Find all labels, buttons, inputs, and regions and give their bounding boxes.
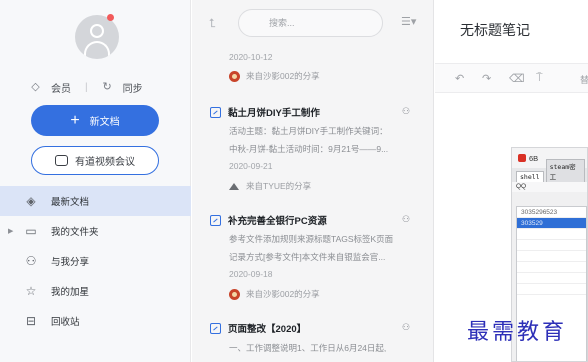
account-row: ◇ 会员 | ↻ 同步 bbox=[30, 80, 143, 95]
document-icon bbox=[210, 214, 221, 226]
editor-pane: 无标题笔记 ↶ ↷ ⌫ ⍑ 替 6B shell steam密工 QQ 3035… bbox=[435, 0, 588, 362]
list-item[interactable]: 2020-10-12 来自沙影002的分享 bbox=[192, 46, 433, 90]
trash-icon: ⊟ bbox=[25, 314, 37, 328]
note-date: 2020-09-18 bbox=[229, 269, 273, 279]
folder-icon: ▭ bbox=[25, 224, 37, 238]
note-snippet-line: 一、工作调整说明1、工作日从6月24日起, bbox=[229, 343, 387, 353]
sidebar-item-label: 我的加星 bbox=[51, 287, 90, 298]
embedded-tab: shell bbox=[516, 171, 544, 182]
embedded-row bbox=[517, 251, 586, 262]
avatar-head-shape bbox=[90, 24, 104, 38]
embedded-row: 303529 bbox=[517, 218, 586, 229]
watermark-text: 最需教育 bbox=[467, 320, 568, 345]
note-source: 来自TYUE的分享 bbox=[229, 180, 311, 192]
sidebar-item-my-folders[interactable]: ▶ ▭ 我的文件夹 bbox=[0, 216, 191, 246]
sidebar-item-label: 回收站 bbox=[51, 317, 80, 328]
sidebar-item-trash[interactable]: ⊟ 回收站 bbox=[0, 306, 191, 336]
shared-users-icon: ⚇ bbox=[402, 322, 411, 332]
list-item[interactable]: 黏土月饼DIY手工制作 ⚇ 活动主题：黏土月饼DIY手工制作关键词： 中秋-月饼… bbox=[192, 105, 433, 200]
star-icon: ☆ bbox=[25, 284, 37, 298]
embedded-window-title-text: 6B bbox=[529, 153, 539, 163]
sharer-avatar bbox=[229, 288, 240, 300]
note-title: 黏土月饼DIY手工制作 bbox=[228, 108, 320, 119]
note-title: 页面整改【2020】 bbox=[228, 324, 307, 335]
sidebar-item-starred[interactable]: ☆ 我的加星 bbox=[0, 276, 191, 306]
sort-icon[interactable]: ⮤ bbox=[209, 16, 216, 31]
embedded-row bbox=[517, 262, 586, 273]
video-meeting-label: 有道视频会议 bbox=[75, 157, 135, 168]
note-list: ⮤ 搜索... ☰▾ 2020-10-12 来自沙影002的分享 黏土月饼DIY… bbox=[192, 0, 434, 362]
caret-right-icon[interactable]: ▶ bbox=[8, 227, 13, 235]
shared-users-icon: ⚇ bbox=[402, 106, 411, 116]
note-source-text: 来自TYUE的分享 bbox=[246, 181, 312, 191]
camera-icon bbox=[55, 155, 68, 166]
diamond-icon: ◇ bbox=[31, 80, 40, 93]
note-snippet-line: 参考文件添加规则来源标题TAGS标签K页面 bbox=[229, 234, 394, 244]
new-document-button[interactable]: + 新文档 bbox=[31, 105, 159, 136]
embedded-tab-strip: shell steam密工 bbox=[512, 159, 587, 182]
note-snippet-line: 记录方式[参考文件]本文件来自银监会官... bbox=[229, 252, 386, 262]
plus-icon: + bbox=[70, 111, 80, 129]
share-users-icon: ⚇ bbox=[25, 254, 37, 268]
note-title-input[interactable]: 无标题笔记 bbox=[460, 20, 530, 40]
note-snippet-line: 活动主题：黏土月饼DIY手工制作关键词： bbox=[229, 126, 388, 136]
sidebar: ◇ 会员 | ↻ 同步 + 新文档 有道视频会议 ◈ 最新文档 ▶ ▭ 我的文件… bbox=[0, 0, 191, 362]
sync-icon: ↻ bbox=[102, 80, 112, 93]
sidebar-item-label: 我的文件夹 bbox=[51, 227, 99, 238]
note-source-text: 来自沙影002的分享 bbox=[246, 289, 320, 299]
list-view-icon[interactable]: ☰▾ bbox=[401, 15, 416, 28]
list-item[interactable]: 页面整改【2020】 ⚇ 一、工作调整说明1、工作日从6月24日起, bbox=[192, 321, 433, 362]
avatar[interactable] bbox=[75, 15, 119, 59]
sidebar-nav: ◈ 最新文档 ▶ ▭ 我的文件夹 ⚇ 与我分享 ☆ 我的加星 ⊟ 回收站 bbox=[0, 186, 191, 336]
redo-icon[interactable]: ↷ bbox=[482, 72, 491, 85]
sharer-avatar bbox=[229, 70, 240, 82]
note-title-row: 页面整改【2020】 bbox=[210, 321, 306, 335]
note-source: 来自沙影002的分享 bbox=[229, 288, 320, 300]
note-date: 2020-10-12 bbox=[229, 52, 273, 62]
embedded-group-label: QQ bbox=[512, 182, 587, 192]
format-painter-icon[interactable]: ⍑ bbox=[536, 72, 543, 85]
note-title-row: 补充完善全银行PC资源 bbox=[210, 213, 327, 227]
document-icon bbox=[210, 106, 221, 118]
sync-link[interactable]: 同步 bbox=[123, 80, 143, 95]
new-document-label: 新文档 bbox=[89, 117, 120, 128]
toolbar-overflow-label[interactable]: 替 bbox=[580, 73, 588, 86]
sidebar-item-shared-with-me[interactable]: ⚇ 与我分享 bbox=[0, 246, 191, 276]
embedded-row bbox=[517, 273, 586, 284]
note-source: 来自沙影002的分享 bbox=[229, 70, 320, 82]
list-item[interactable]: 补充完善全银行PC资源 ⚇ 参考文件添加规则来源标题TAGS标签K页面 记录方式… bbox=[192, 213, 433, 308]
document-icon bbox=[210, 322, 221, 334]
app-red-icon bbox=[518, 154, 526, 162]
note-date: 2020-09-21 bbox=[229, 161, 273, 171]
embedded-row: 3035296523 bbox=[517, 207, 586, 218]
editor-toolbar: ↶ ↷ ⌫ ⍑ 替 bbox=[435, 63, 588, 93]
shared-users-icon: ⚇ bbox=[402, 214, 411, 224]
notification-dot bbox=[107, 14, 114, 21]
note-list-header: ⮤ 搜索... ☰▾ bbox=[192, 0, 433, 46]
search-input[interactable]: 搜索... bbox=[238, 9, 383, 37]
embedded-tab: steam密工 bbox=[545, 159, 585, 182]
sidebar-item-label: 与我分享 bbox=[51, 257, 90, 268]
embedded-row bbox=[517, 284, 586, 295]
avatar-body-shape bbox=[84, 41, 110, 59]
member-link[interactable]: 会员 bbox=[51, 80, 71, 95]
eraser-icon[interactable]: ⌫ bbox=[509, 72, 525, 85]
sidebar-item-recent[interactable]: ◈ 最新文档 bbox=[0, 186, 191, 216]
divider: | bbox=[85, 81, 88, 93]
note-source-text: 来自沙影002的分享 bbox=[246, 71, 320, 81]
sharer-avatar bbox=[229, 181, 240, 192]
embedded-row bbox=[517, 240, 586, 251]
video-meeting-button[interactable]: 有道视频会议 bbox=[31, 146, 159, 175]
note-title-row: 黏土月饼DIY手工制作 bbox=[210, 105, 320, 119]
note-title: 补充完善全银行PC资源 bbox=[228, 216, 327, 227]
app-window: ◇ 会员 | ↻ 同步 + 新文档 有道视频会议 ◈ 最新文档 ▶ ▭ 我的文件… bbox=[0, 0, 588, 362]
layers-icon: ◈ bbox=[26, 194, 36, 208]
undo-icon[interactable]: ↶ bbox=[455, 72, 464, 85]
note-snippet-line: 中秋-月饼-黏土活动时间：9月21号——9... bbox=[229, 144, 389, 154]
embedded-row bbox=[517, 229, 586, 240]
sidebar-item-label: 最新文档 bbox=[51, 197, 90, 208]
